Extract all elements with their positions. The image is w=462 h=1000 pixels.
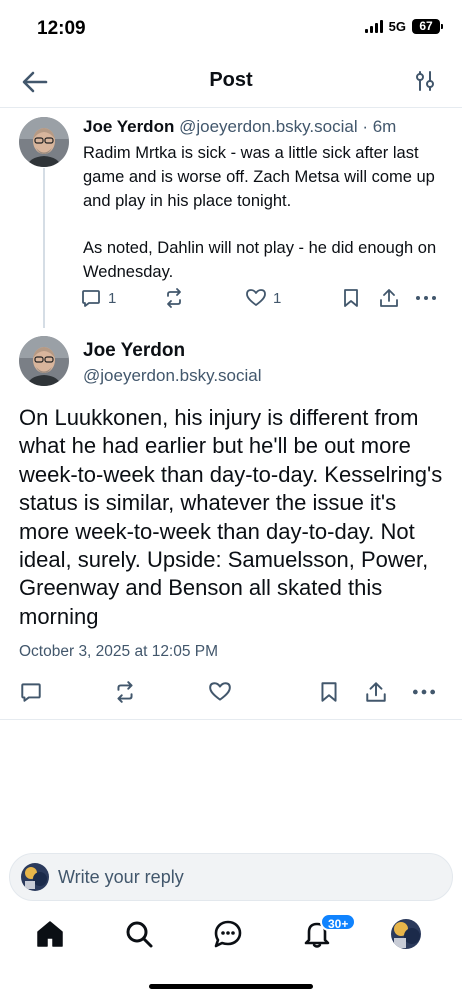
author-name[interactable]: Joe Yerdon — [83, 117, 174, 136]
repost-icon — [167, 288, 181, 308]
status-indicators: 5G 67 — [364, 19, 443, 34]
author-handle[interactable]: @joeyerdon.bsky.social — [179, 117, 358, 136]
repost-button[interactable] — [113, 680, 137, 704]
reply-composer[interactable]: Write your reply — [9, 853, 453, 901]
post-actions — [0, 675, 462, 719]
post-time-ago: · 6m — [362, 117, 397, 136]
nav-search[interactable] — [123, 918, 155, 950]
status-time: 12:09 — [37, 18, 86, 39]
notifications-badge: 30+ — [320, 913, 357, 931]
post-actions: 1 1 — [80, 287, 440, 313]
home-icon — [37, 921, 63, 947]
more-dots-icon — [412, 689, 436, 695]
post-paragraph: Radim Mrtka is sick - was a little sick … — [83, 144, 435, 210]
battery-icon: 67 — [412, 19, 443, 34]
share-icon — [380, 289, 398, 307]
post-body: On Luukkonen, his injury is different fr… — [19, 405, 443, 629]
profile-avatar-icon — [391, 919, 421, 949]
like-button[interactable] — [208, 680, 232, 704]
author-avatar[interactable] — [19, 336, 69, 386]
share-button[interactable] — [364, 680, 388, 704]
post-author-line[interactable]: Joe Yerdon @joeyerdon.bsky.social · 6m — [83, 117, 396, 137]
post-body: Radim Mrtka is sick - was a little sick … — [83, 141, 448, 284]
bookmark-icon — [344, 289, 358, 307]
share-button[interactable] — [378, 287, 400, 309]
like-count: 1 — [273, 289, 282, 307]
more-options-button[interactable] — [414, 287, 438, 309]
repost-icon — [117, 681, 133, 703]
author-name[interactable]: Joe Yerdon — [83, 340, 185, 362]
share-icon — [366, 682, 386, 702]
current-user-avatar — [21, 863, 49, 891]
bottom-navigation: 30+ — [0, 910, 462, 966]
post-paragraph: As noted, Dahlin will not play - he did … — [83, 239, 437, 281]
bookmark-button[interactable] — [318, 680, 340, 704]
status-bar: 12:09 5G 67 — [0, 0, 462, 56]
bookmark-icon — [321, 682, 337, 702]
repost-button[interactable] — [163, 287, 185, 309]
signal-icon — [364, 20, 383, 33]
network-label: 5G — [388, 19, 406, 34]
top-header: Post — [0, 56, 462, 108]
avatar-photo-icon — [19, 336, 69, 386]
reply-count: 1 — [108, 289, 117, 307]
reply-button[interactable] — [19, 680, 43, 704]
author-avatar[interactable] — [19, 117, 69, 167]
post-timestamp: October 3, 2025 at 12:05 PM — [19, 643, 219, 660]
like-button[interactable]: 1 — [245, 287, 281, 309]
heart-icon — [209, 682, 231, 701]
reply-icon — [21, 683, 41, 702]
bookmark-button[interactable] — [341, 287, 361, 309]
search-icon — [126, 921, 153, 948]
thread-options-button[interactable] — [414, 69, 436, 93]
reply-button[interactable]: 1 — [80, 287, 116, 309]
author-handle[interactable]: @joeyerdon.bsky.social — [83, 366, 262, 386]
parent-post[interactable]: Joe Yerdon @joeyerdon.bsky.social · 6m R… — [0, 112, 462, 328]
filter-settings-icon — [416, 71, 434, 91]
home-indicator — [149, 984, 313, 989]
nav-home[interactable] — [34, 918, 66, 950]
divider — [0, 719, 462, 720]
page-title: Post — [209, 69, 253, 91]
more-options-button[interactable] — [411, 680, 437, 704]
nav-profile[interactable] — [390, 918, 422, 950]
chat-icon — [214, 920, 242, 948]
user-avatar-icon — [21, 863, 49, 891]
reply-input[interactable]: Write your reply — [58, 867, 184, 888]
more-dots-icon — [416, 296, 436, 300]
nav-chat[interactable] — [212, 918, 244, 950]
reply-icon — [82, 290, 100, 307]
heart-icon — [246, 289, 266, 306]
avatar-photo-icon — [19, 117, 69, 167]
thread-line — [43, 168, 45, 328]
